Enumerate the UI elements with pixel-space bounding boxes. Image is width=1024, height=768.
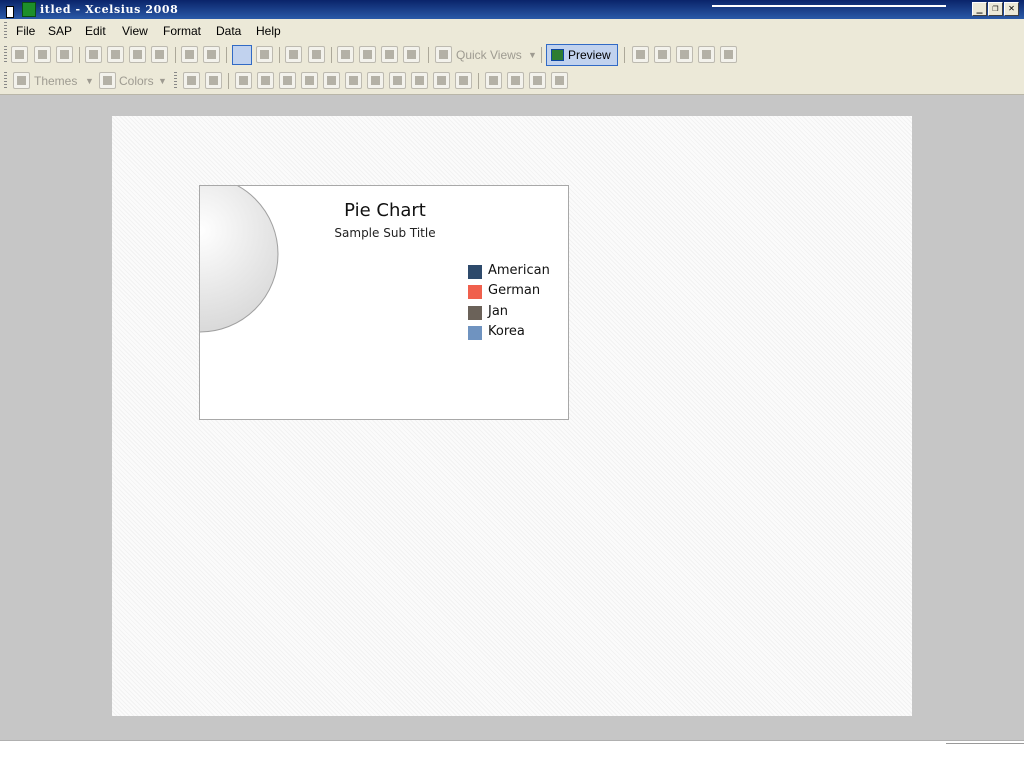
- align-middle-icon[interactable]: [323, 72, 340, 89]
- zoom-icon[interactable]: [403, 46, 420, 63]
- cut-icon[interactable]: [107, 46, 124, 63]
- menu-help[interactable]: Help: [256, 24, 281, 38]
- menubar-grip[interactable]: [4, 22, 7, 40]
- separator: [624, 47, 625, 63]
- group-icon[interactable]: [183, 72, 200, 89]
- bring-to-front-icon[interactable]: [485, 72, 502, 89]
- preview-icon: [551, 49, 564, 61]
- separator: [228, 73, 229, 89]
- crosshair-icon[interactable]: [256, 46, 273, 63]
- ungroup-icon[interactable]: [205, 72, 222, 89]
- copy-icon[interactable]: [129, 46, 146, 63]
- toolbar-grip[interactable]: [4, 46, 7, 64]
- chart-subtitle: Sample Sub Title: [334, 226, 436, 240]
- format-toolbar: Themes ▼ Colors ▼: [0, 68, 1024, 95]
- menu-file[interactable]: File: [16, 24, 35, 38]
- separator: [279, 47, 280, 63]
- legend-label: Jan: [488, 304, 509, 319]
- export-web-icon[interactable]: [720, 46, 737, 63]
- colors-icon[interactable]: [99, 72, 116, 89]
- menu-bar: File SAP Edit View Format Data Help: [0, 19, 1024, 42]
- align-center-icon[interactable]: [257, 72, 274, 89]
- component-icon[interactable]: [337, 46, 354, 63]
- open-icon[interactable]: [34, 46, 51, 63]
- legend-label: American: [488, 263, 550, 278]
- system-menu-icon[interactable]: [6, 6, 14, 18]
- legend-swatch: [468, 306, 482, 320]
- title-strip: [712, 5, 946, 7]
- menu-view[interactable]: View: [122, 24, 148, 38]
- align-left-icon[interactable]: [235, 72, 252, 89]
- status-bar: [0, 740, 1024, 768]
- themes-label[interactable]: Themes: [34, 74, 77, 88]
- same-size-icon[interactable]: [455, 72, 472, 89]
- export-pdf-icon[interactable]: [698, 46, 715, 63]
- legend-label: Korea: [488, 324, 525, 339]
- print-icon[interactable]: [85, 46, 102, 63]
- bring-forward-icon[interactable]: [507, 72, 524, 89]
- chevron-down-icon[interactable]: ▼: [85, 76, 94, 86]
- chart-title: Pie Chart: [344, 200, 426, 221]
- quick-views-label[interactable]: Quick Views: [456, 48, 522, 62]
- separator: [428, 47, 429, 63]
- menu-data[interactable]: Data: [216, 24, 241, 38]
- same-height-icon[interactable]: [433, 72, 450, 89]
- select-pointer-icon[interactable]: [232, 45, 252, 65]
- legend-swatch: [468, 285, 482, 299]
- send-backward-icon[interactable]: [529, 72, 546, 89]
- same-width-icon[interactable]: [411, 72, 428, 89]
- link-icon[interactable]: [359, 46, 376, 63]
- redo-icon[interactable]: [203, 46, 220, 63]
- colors-label[interactable]: Colors: [119, 74, 154, 88]
- toolbar-grip[interactable]: [4, 72, 7, 90]
- xcelsius-app-icon[interactable]: [22, 2, 36, 17]
- separator: [331, 47, 332, 63]
- restore-button[interactable]: ❐: [988, 2, 1003, 16]
- status-divider: [946, 743, 1024, 744]
- legend-swatch: [468, 326, 482, 340]
- export-ppt-icon[interactable]: [676, 46, 693, 63]
- chevron-down-icon[interactable]: ▼: [528, 50, 537, 60]
- minimize-button[interactable]: _: [972, 2, 987, 16]
- align-bottom-icon[interactable]: [345, 72, 362, 89]
- align-top-icon[interactable]: [301, 72, 318, 89]
- quick-views-icon[interactable]: [435, 46, 452, 63]
- separator: [175, 47, 176, 63]
- chevron-down-icon[interactable]: ▼: [158, 76, 167, 86]
- separator: [478, 73, 479, 89]
- preview-button[interactable]: Preview: [546, 44, 618, 66]
- separator: [541, 47, 542, 63]
- new-icon[interactable]: [11, 46, 28, 63]
- publish-icon[interactable]: [632, 46, 649, 63]
- export-swf-icon[interactable]: [654, 46, 671, 63]
- save-icon[interactable]: [56, 46, 73, 63]
- send-to-back-icon[interactable]: [551, 72, 568, 89]
- standard-toolbar: Quick Views ▼ Preview: [0, 42, 1024, 68]
- bindings-icon[interactable]: [381, 46, 398, 63]
- separator: [226, 47, 227, 63]
- export-icon[interactable]: [308, 46, 325, 63]
- align-right-icon[interactable]: [279, 72, 296, 89]
- menu-edit[interactable]: Edit: [85, 24, 106, 38]
- menu-format[interactable]: Format: [163, 24, 201, 38]
- legend-swatch: [468, 265, 482, 279]
- paste-icon[interactable]: [151, 46, 168, 63]
- pie-chart-graphic: [200, 186, 279, 333]
- menu-sap[interactable]: SAP: [48, 24, 72, 38]
- title-bar: itled - Xcelsius 2008 _ ❐ ✕: [0, 0, 1024, 19]
- themes-icon[interactable]: [13, 72, 30, 89]
- preview-label: Preview: [568, 48, 611, 62]
- separator: [79, 47, 80, 63]
- pie-chart-component[interactable]: Pie Chart Sample Sub Title American Germ…: [199, 185, 569, 420]
- toolbar-grip[interactable]: [174, 72, 177, 90]
- distribute-vertical-icon[interactable]: [389, 72, 406, 89]
- undo-icon[interactable]: [181, 46, 198, 63]
- legend-label: German: [488, 283, 541, 298]
- import-spreadsheet-icon[interactable]: [285, 46, 302, 63]
- distribute-horizontal-icon[interactable]: [367, 72, 384, 89]
- close-button[interactable]: ✕: [1004, 2, 1019, 16]
- window-title: itled - Xcelsius 2008: [40, 3, 179, 16]
